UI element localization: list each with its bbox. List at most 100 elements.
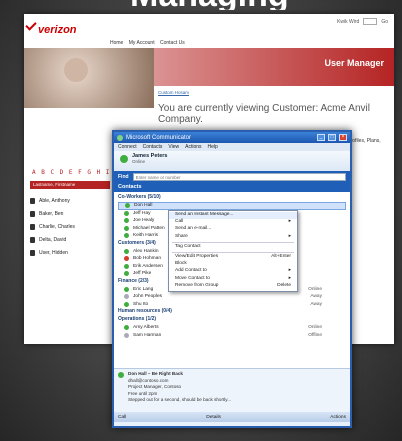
menu-item-label: Add Contact to: [175, 268, 207, 274]
nav-link-my-account[interactable]: My Account: [129, 40, 155, 46]
maximize-button[interactable]: □: [328, 134, 336, 141]
presence-icon: [124, 286, 129, 292]
context-menu-item[interactable]: Remove from Group Delete: [169, 283, 297, 290]
find-label: Find: [118, 174, 129, 180]
menu-item-label: Send an e-mail...: [175, 226, 212, 232]
user-icon: [30, 249, 35, 256]
context-menu: Send an Instant Message... Call ▸ Send an e…: [168, 210, 298, 292]
presence-icon: [125, 203, 130, 209]
context-menu-item[interactable]: Send an e-mail...: [169, 226, 297, 233]
user-name: Delta, David: [39, 236, 67, 243]
details-button[interactable]: Details: [206, 415, 221, 420]
nav-link-home[interactable]: Home: [110, 40, 123, 46]
communicator-icon: [117, 134, 123, 141]
titlebar: Microsoft Communicator _ □ ×: [114, 132, 350, 143]
menu-item-shortcut: ▸: [288, 233, 291, 239]
contact-name: Erik Andersen: [133, 263, 163, 269]
presence-icon: [118, 372, 124, 378]
contact-row[interactable]: Don Hall: [118, 202, 346, 210]
my-status-area[interactable]: James Peters Online: [114, 151, 350, 171]
go-button[interactable]: Go: [381, 19, 388, 25]
menu-contacts[interactable]: Contacts: [143, 144, 163, 150]
top-nav: Home My Account Contact Us: [110, 40, 189, 46]
contact-name: Alex Hankin: [133, 248, 159, 254]
user-row[interactable]: Baker, Ben: [30, 207, 110, 220]
nav-link-contact-us[interactable]: Contact Us: [160, 40, 185, 46]
menu-bar: Connect Contacts View Actions Help: [114, 143, 350, 151]
find-bar: Find: [114, 171, 350, 183]
presence-icon: [124, 301, 129, 307]
contact-name: Keith Harris: [133, 233, 159, 239]
contact-group-header[interactable]: Human resources (0/4): [118, 308, 346, 316]
menu-view[interactable]: View: [168, 144, 179, 150]
slide-title: Managing: [130, 0, 370, 10]
contact-group-header[interactable]: Operations (1/2): [118, 316, 346, 324]
user-icon: [30, 223, 35, 230]
context-menu-item[interactable]: Tag Contact: [169, 244, 297, 251]
contact-name: Jeff Pike: [133, 271, 152, 277]
menu-item-shortcut: Delete: [277, 282, 291, 288]
call-button[interactable]: Call: [118, 415, 126, 420]
utility-bar: Kwik Wird Go: [337, 18, 388, 25]
actions-button[interactable]: Actions: [330, 415, 346, 420]
my-status[interactable]: Online: [132, 159, 344, 164]
banner-photo: [24, 48, 154, 108]
contact-row[interactable]: Sam Harman Offline: [118, 332, 346, 340]
presence-icon: [124, 225, 129, 231]
find-input[interactable]: [132, 173, 346, 181]
context-menu-item[interactable]: Add Contact to ▸: [169, 268, 297, 275]
contact-name: Amy Alberts: [133, 325, 159, 331]
user-row[interactable]: Able, Anthony: [30, 194, 110, 207]
menu-separator: [172, 251, 294, 253]
user-icon: [30, 236, 35, 243]
communicator-window: Microsoft Communicator _ □ × Connect Con…: [112, 130, 352, 428]
user-row[interactable]: User, Hidden: [30, 246, 110, 259]
menu-connect[interactable]: Connect: [118, 144, 137, 150]
menu-help[interactable]: Help: [208, 144, 218, 150]
contact-group-header[interactable]: Co-Workers (5/10): [118, 194, 346, 202]
menu-actions[interactable]: Actions: [185, 144, 201, 150]
contact-status: Online: [308, 286, 322, 292]
context-menu-item[interactable]: Send an Instant Message...: [169, 212, 297, 220]
search-label: Kwik Wird: [337, 18, 360, 25]
presence-icon: [124, 294, 129, 300]
presence-icon: [120, 155, 128, 163]
contact-row[interactable]: Shu Ito Away: [118, 301, 346, 309]
user-row[interactable]: Delta, David: [30, 233, 110, 246]
window-title: Microsoft Communicator: [126, 134, 192, 141]
web-header: verizon Home My Account Contact Us Kwik …: [24, 14, 394, 48]
user-name: User, Hidden: [39, 249, 68, 256]
user-icon: [30, 210, 35, 217]
menu-item-shortcut: ▸: [288, 275, 291, 281]
contact-row[interactable]: John Peoples Away: [118, 293, 346, 301]
contact-name: Jeff Hay: [133, 210, 151, 216]
user-name: Able, Anthony: [39, 197, 70, 204]
user-name: Charlie, Charles: [39, 223, 75, 230]
context-menu-item[interactable]: Share ▸: [169, 234, 297, 241]
contact-status: Online: [308, 325, 322, 331]
menu-item-shortcut: ▸: [288, 219, 291, 225]
menu-item-shortcut: Alt+Enter: [271, 253, 291, 259]
contact-list: Co-Workers (5/10) Don Hall Jeff Hay Joe Hea…: [114, 192, 350, 368]
presence-icon: [124, 210, 129, 216]
contact-status: Offline: [308, 332, 322, 338]
contact-name: John Peoples: [133, 294, 163, 300]
context-menu-item[interactable]: Move Contact to ▸: [169, 276, 297, 283]
contact-name: Don Hall: [134, 203, 153, 209]
contact-name: Bob Hohman: [133, 256, 161, 262]
breadcrumb[interactable]: Custom Hosam: [158, 90, 390, 95]
search-box[interactable]: [363, 18, 378, 25]
contact-row[interactable]: Amy Alberts Online: [118, 324, 346, 332]
presence-icon: [124, 325, 129, 331]
close-button[interactable]: ×: [339, 134, 347, 141]
user-list-header[interactable]: Lastname, Firstname: [30, 181, 110, 189]
context-menu-item[interactable]: View/Edit Properties Alt+Enter: [169, 254, 297, 261]
minimize-button[interactable]: _: [317, 134, 325, 141]
user-row[interactable]: Charlie, Charles: [30, 220, 110, 233]
contact-status: Away: [310, 294, 322, 300]
logo-check-icon: [25, 19, 37, 31]
contact-name: Shu Ito: [133, 301, 149, 307]
banner-title: User Manager: [324, 58, 384, 68]
presence-icon: [124, 271, 129, 277]
verizon-logo[interactable]: verizon: [38, 24, 77, 36]
